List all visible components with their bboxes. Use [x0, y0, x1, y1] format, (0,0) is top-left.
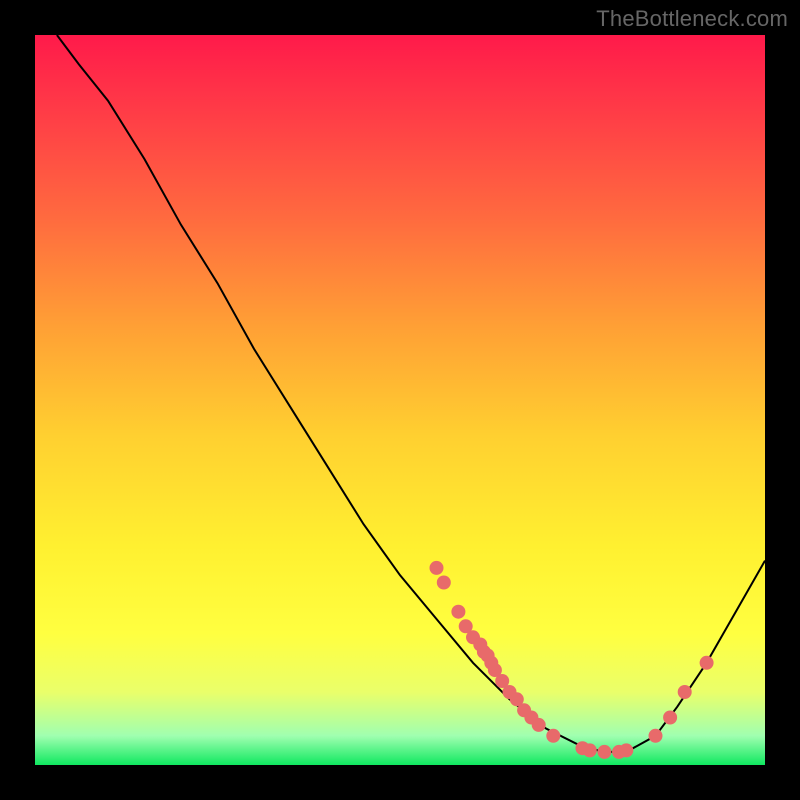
chart-svg	[35, 35, 765, 765]
watermark-text: TheBottleneck.com	[596, 6, 788, 32]
scatter-point	[451, 605, 465, 619]
scatter-point	[649, 729, 663, 743]
plot-area	[35, 35, 765, 765]
scatter-point	[532, 718, 546, 732]
scatter-point	[597, 745, 611, 759]
scatter-point	[437, 576, 451, 590]
scatter-point	[700, 656, 714, 670]
scatter-point	[678, 685, 692, 699]
chart-container: TheBottleneck.com	[0, 0, 800, 800]
scatter-point	[430, 561, 444, 575]
bottleneck-curve	[57, 35, 765, 752]
scatter-point	[663, 711, 677, 725]
scatter-points	[430, 561, 714, 759]
scatter-point	[583, 743, 597, 757]
scatter-point	[546, 729, 560, 743]
curve-path	[57, 35, 765, 752]
scatter-point	[619, 743, 633, 757]
